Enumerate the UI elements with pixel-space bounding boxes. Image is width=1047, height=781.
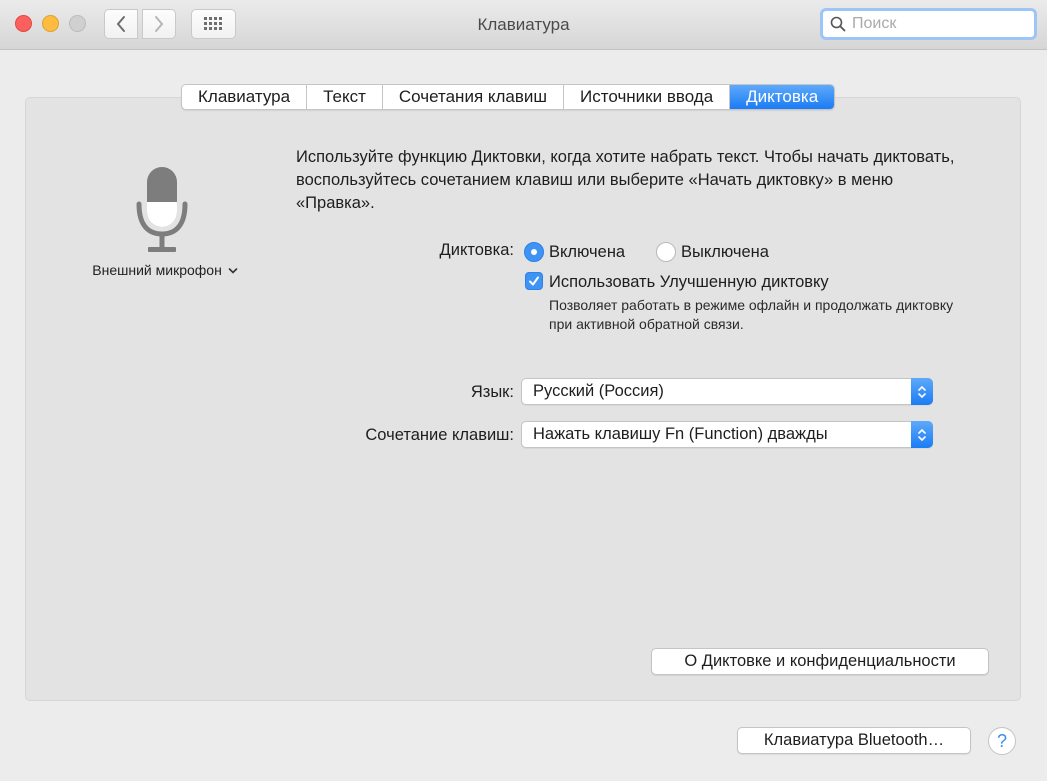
language-value: Русский (Россия) <box>533 382 664 400</box>
updown-arrows-icon <box>911 421 933 448</box>
enhanced-dictation-label[interactable]: Использовать Улучшенную диктовку <box>549 273 829 292</box>
tab-input-sources[interactable]: Источники ввода <box>564 85 731 109</box>
mic-source-dropdown[interactable]: Внешний микрофон <box>60 262 270 278</box>
dictation-label: Диктовка: <box>439 241 514 259</box>
tab-shortcuts[interactable]: Сочетания клавиш <box>383 85 565 109</box>
language-select[interactable]: Русский (Россия) <box>521 378 933 405</box>
chevron-down-icon <box>228 268 238 274</box>
dictation-off-label[interactable]: Выключена <box>681 243 769 262</box>
enhanced-dictation-checkbox[interactable] <box>525 272 543 290</box>
tab-dictation[interactable]: Диктовка <box>730 85 835 109</box>
microphone-icon <box>134 164 190 256</box>
tab-text[interactable]: Текст <box>307 85 383 109</box>
language-label: Язык: <box>470 383 514 401</box>
bluetooth-keyboard-button[interactable]: Клавиатура Bluetooth… <box>737 727 971 754</box>
mic-source-label: Внешний микрофон <box>92 262 222 278</box>
preferences-window: Клавиатура Клавиатура Текст Сочетания кл… <box>0 0 1047 781</box>
updown-arrows-icon <box>911 378 933 405</box>
help-button[interactable]: ? <box>988 727 1016 755</box>
shortcut-select[interactable]: Нажать клавишу Fn (Function) дважды <box>521 421 933 448</box>
checkmark-icon <box>529 276 539 286</box>
dictation-on-radio[interactable] <box>524 242 544 262</box>
title-bar: Клавиатура <box>0 0 1047 50</box>
dictation-off-radio[interactable] <box>656 242 676 262</box>
dictation-description: Используйте функцию Диктовки, когда хоти… <box>296 148 955 212</box>
enhanced-dictation-note: Позволяет работать в режиме офлайн и про… <box>549 297 954 332</box>
tab-keyboard[interactable]: Клавиатура <box>182 85 308 109</box>
tab-bar: Клавиатура Текст Сочетания клавиш Источн… <box>181 84 836 110</box>
privacy-button[interactable]: О Диктовке и конфиденциальности <box>651 648 989 675</box>
search-field[interactable] <box>820 8 1037 40</box>
search-icon <box>830 16 846 32</box>
dictation-on-label[interactable]: Включена <box>549 243 625 262</box>
search-input[interactable] <box>852 15 1022 33</box>
shortcut-value: Нажать клавишу Fn (Function) дважды <box>533 425 828 443</box>
shortcut-label: Сочетание клавиш: <box>365 426 514 444</box>
